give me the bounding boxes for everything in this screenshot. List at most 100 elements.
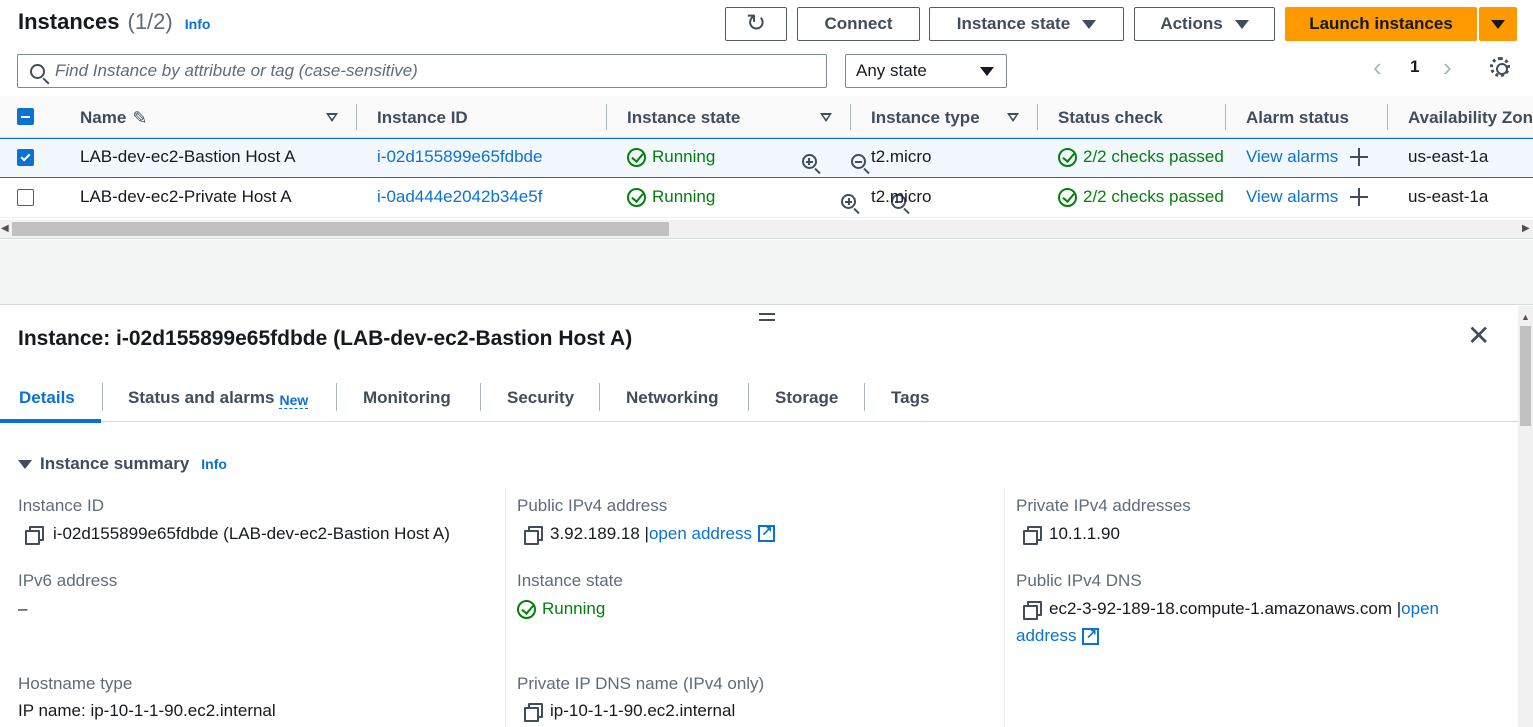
instance-count: (1/2) (127, 9, 173, 34)
tab-details-label: Details (19, 388, 75, 407)
select-all-checkbox[interactable] (17, 108, 34, 125)
scroll-left-icon[interactable]: ◀ (1, 223, 9, 234)
resize-handle-icon[interactable] (759, 313, 775, 321)
instance-state-button[interactable]: Instance state (929, 7, 1124, 41)
tab-divider (102, 383, 103, 411)
new-badge: New (279, 391, 309, 409)
column-header-name[interactable]: Name ✎ (80, 104, 147, 132)
private-ipv4-text: 10.1.1.90 (1049, 524, 1120, 543)
copy-icon[interactable] (524, 703, 543, 722)
copy-icon[interactable] (25, 526, 44, 545)
tab-networking[interactable]: Networking (626, 384, 719, 412)
column-header-instance-id[interactable]: Instance ID (377, 104, 468, 132)
row-status-check: 2/2 checks passed (1058, 147, 1226, 167)
tab-networking-label: Networking (626, 388, 719, 407)
search-input[interactable]: Find Instance by attribute or tag (case-… (17, 54, 827, 88)
external-link-icon[interactable] (757, 523, 775, 542)
info-link[interactable]: Info (185, 16, 211, 32)
row-instance-id-link[interactable]: i-02d155899e65fdbde (377, 147, 542, 167)
public-ipv4-value: 3.92.189.18 |open address (524, 523, 775, 545)
plus-icon[interactable] (1350, 148, 1369, 166)
caret-down-icon (18, 459, 32, 469)
instance-summary-header[interactable]: Instance summary Info (18, 454, 227, 474)
open-address-link[interactable]: open (1401, 599, 1439, 618)
zoom-out-icon[interactable] (851, 154, 867, 169)
tab-storage[interactable]: Storage (775, 384, 838, 412)
tab-tags[interactable]: Tags (891, 384, 929, 412)
column-header-status-check[interactable]: Status check (1058, 104, 1163, 132)
column-header-instance-type[interactable]: Instance type (871, 104, 980, 132)
tab-divider (864, 383, 865, 411)
row-availability-zone: us-east-1a (1408, 187, 1489, 206)
row-alarm-status: View alarms (1246, 187, 1369, 207)
next-page-icon[interactable]: › (1443, 52, 1452, 83)
open-address-link[interactable]: open address (649, 524, 752, 543)
hostname-type-label: Hostname type (18, 674, 133, 693)
connect-button[interactable]: Connect (797, 7, 920, 41)
close-icon[interactable]: ✕ (1467, 322, 1490, 350)
horizontal-scrollbar[interactable]: ◀ ▶ (0, 220, 1533, 239)
tab-divider (748, 383, 749, 411)
row-instance-type: t2.micro (871, 147, 932, 166)
view-alarms-link[interactable]: View alarms (1246, 147, 1338, 167)
launch-dropdown-button[interactable] (1479, 7, 1517, 41)
instance-state-text: Running (542, 599, 606, 618)
private-dns-value: ip-10-1-1-90.ec2.internal (524, 701, 735, 722)
ipv6-value: – (18, 599, 28, 618)
sort-icon[interactable] (820, 113, 832, 122)
search-placeholder: Find Instance by attribute or tag (case-… (55, 61, 418, 80)
column-header-availability-zone[interactable]: Availability Zone (1408, 104, 1533, 132)
ipv6-label: IPv6 address (18, 571, 118, 590)
vertical-scrollbar[interactable]: ▲ (1518, 306, 1533, 727)
row-checkbox[interactable] (17, 149, 34, 166)
settings-gear-icon[interactable] (1490, 57, 1510, 77)
tab-monitoring[interactable]: Monitoring (363, 384, 451, 412)
row-name: LAB-dev-ec2-Private Host A (80, 187, 292, 206)
connect-label: Connect (824, 14, 893, 33)
column-header-alarm-status[interactable]: Alarm status (1246, 104, 1349, 132)
sort-icon[interactable] (326, 113, 338, 122)
previous-page-icon[interactable]: ‹ (1373, 52, 1382, 83)
refresh-button[interactable]: ↻ (725, 7, 787, 41)
actions-button[interactable]: Actions (1134, 7, 1275, 41)
row-state-label: Running (652, 147, 716, 166)
scroll-up-icon[interactable]: ▲ (1521, 312, 1530, 322)
private-ipv4-label: Private IPv4 addresses (1016, 496, 1191, 515)
tab-security[interactable]: Security (507, 384, 574, 412)
scroll-right-icon[interactable]: ▶ (1522, 223, 1530, 234)
section-info-link[interactable]: Info (201, 456, 227, 472)
column-divider[interactable] (606, 104, 607, 130)
external-link-icon[interactable] (1082, 626, 1100, 645)
copy-icon[interactable] (1023, 601, 1042, 620)
column-divider[interactable] (1387, 104, 1388, 130)
zoom-in-icon[interactable] (841, 194, 857, 209)
copy-icon[interactable] (524, 526, 543, 545)
tab-details[interactable]: Details (19, 384, 75, 412)
row-state: Running (627, 147, 715, 167)
zoom-in-icon[interactable] (801, 154, 817, 169)
column-status-label: Status check (1058, 108, 1163, 127)
column-divider (505, 488, 506, 727)
copy-icon[interactable] (1023, 526, 1042, 545)
page-number[interactable]: 1 (1410, 57, 1419, 77)
row-availability-zone: us-east-1a (1408, 147, 1489, 166)
open-address-link-cont[interactable]: address (1016, 626, 1076, 646)
open-address-wrap: address (1016, 626, 1100, 646)
row-instance-id-link[interactable]: i-0ad444e2042b34e5f (377, 187, 542, 207)
column-header-instance-state[interactable]: Instance state (627, 104, 740, 132)
state-filter-select[interactable]: Any state (845, 54, 1007, 88)
public-ipv4-label: Public IPv4 address (517, 496, 668, 515)
tab-status-and-alarms[interactable]: Status and alarms New (128, 384, 309, 412)
column-divider[interactable] (1037, 104, 1038, 130)
vertical-scrollbar-thumb[interactable] (1520, 326, 1531, 426)
launch-instances-button[interactable]: Launch instances (1285, 7, 1477, 41)
sort-icon[interactable] (1007, 113, 1019, 122)
scrollbar-thumb[interactable] (12, 222, 669, 236)
column-divider[interactable] (850, 104, 851, 130)
column-divider[interactable] (1225, 104, 1226, 130)
row-checkbox[interactable] (17, 189, 34, 206)
instance-state-value: Running (517, 599, 605, 619)
view-alarms-link[interactable]: View alarms (1246, 187, 1338, 207)
plus-icon[interactable] (1350, 188, 1369, 206)
column-divider[interactable] (356, 104, 357, 130)
